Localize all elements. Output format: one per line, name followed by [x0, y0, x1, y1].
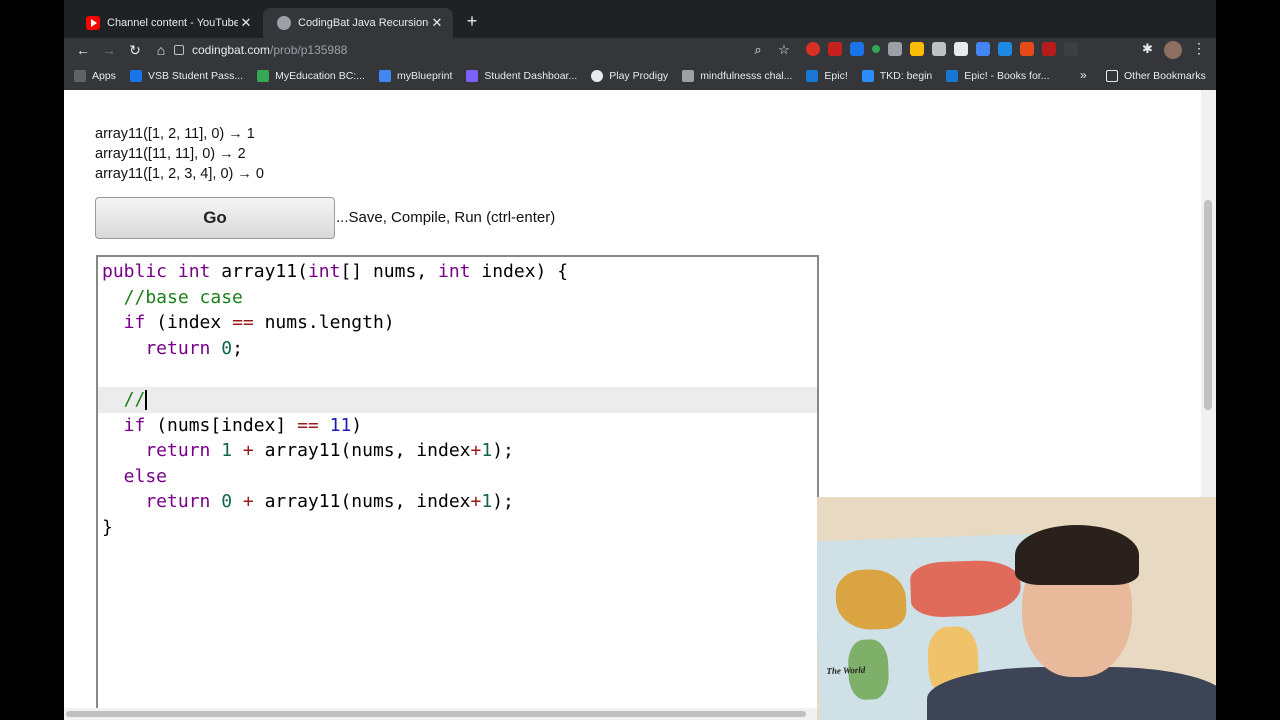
- bookmark-vsb[interactable]: VSB Student Pass...: [129, 70, 244, 82]
- url-path: /prob/p135988: [270, 43, 348, 57]
- lock-icon: [174, 45, 184, 55]
- code-line: return 0 + array11(nums, index+1);: [102, 491, 514, 513]
- zoom-app-icon: [861, 70, 874, 82]
- code-line: //base case: [102, 286, 243, 308]
- bookmark-label: Epic!: [824, 70, 848, 82]
- address-bar[interactable]: codingbat.com /prob/p135988: [168, 39, 748, 61]
- reload-icon[interactable]: ↻: [122, 38, 148, 62]
- tab-codingbat[interactable]: CodingBat Java Recursion-1 array11 ✕: [263, 8, 453, 38]
- bookmark-icon: [466, 70, 479, 82]
- code-line: return 1 + array11(nums, index+1);: [102, 440, 514, 462]
- extension-icon[interactable]: [976, 42, 990, 56]
- bookmark-myeducation[interactable]: MyEducation BC:...: [257, 70, 365, 82]
- bookmark-icon: [257, 70, 270, 82]
- bookmark-prodigy[interactable]: Play Prodigy: [591, 70, 668, 82]
- bookmark-label: MyEducation BC:...: [275, 70, 365, 82]
- bookmark-label: Play Prodigy: [609, 70, 669, 82]
- extension-icon[interactable]: [1020, 42, 1034, 56]
- tab-title: Channel content - YouTube Studio: [107, 17, 238, 29]
- bookmark-student-dashboard[interactable]: Student Dashboar...: [466, 70, 577, 82]
- new-tab-button[interactable]: +: [460, 10, 484, 34]
- example-line: array11([11, 11], 0) → 2: [95, 146, 246, 162]
- bookmark-icon: [682, 70, 695, 82]
- close-icon[interactable]: ✕: [238, 15, 254, 31]
- url-domain: codingbat.com: [192, 43, 271, 57]
- extension-icon[interactable]: [806, 42, 820, 56]
- go-button[interactable]: Go: [95, 197, 335, 239]
- bookmark-icon: [946, 70, 959, 82]
- horizontal-scrollbar[interactable]: [64, 708, 824, 720]
- bookmark-tkd[interactable]: TKD: begin: [861, 70, 933, 82]
- scrollbar-thumb[interactable]: [66, 711, 806, 717]
- bookmark-epic-books[interactable]: Epic! - Books for...: [946, 70, 1049, 82]
- bookmark-mindfulness[interactable]: mindfulnesss chal...: [682, 70, 792, 82]
- presenter-hair: [1015, 525, 1139, 585]
- more-bookmarks-icon[interactable]: »: [1080, 68, 1087, 82]
- code-line: return 0;: [102, 337, 243, 359]
- extension-icon[interactable]: [828, 42, 842, 56]
- bookmark-star-icon[interactable]: ☆: [774, 42, 794, 58]
- extension-icon[interactable]: [1064, 42, 1078, 56]
- extensions-row: [806, 42, 1078, 56]
- tab-strip: Channel content - YouTube Studio ✕ Codin…: [64, 0, 1216, 38]
- extension-icon[interactable]: [1042, 42, 1056, 56]
- bookmark-label: Other Bookmarks: [1124, 70, 1206, 82]
- drive-icon[interactable]: [910, 42, 924, 56]
- examples-list: array11([1, 2, 11], 0) → 1 array11([11, …: [95, 124, 264, 184]
- menu-icon[interactable]: ⋮: [1192, 40, 1206, 57]
- extension-icon[interactable]: [998, 42, 1012, 56]
- back-icon[interactable]: ←: [70, 38, 96, 62]
- bookmark-label: Epic! - Books for...: [964, 70, 1050, 82]
- youtube-icon: [86, 16, 100, 30]
- extension-icon[interactable]: [888, 42, 902, 56]
- code-editor[interactable]: public int array11(int[] nums, int index…: [96, 255, 819, 715]
- bookmark-label: myBlueprint: [396, 70, 453, 82]
- bookmark-label: mindfulnesss chal...: [700, 70, 793, 82]
- close-icon[interactable]: ✕: [429, 15, 445, 31]
- bookmark-icon: [378, 70, 391, 82]
- map-label: The World: [826, 664, 866, 677]
- zoom-icon[interactable]: ⌕: [748, 42, 768, 58]
- other-bookmarks[interactable]: Other Bookmarks: [1106, 62, 1206, 90]
- bookmark-myblueprint[interactable]: myBlueprint: [378, 70, 453, 82]
- go-hint: ...Save, Compile, Run (ctrl-enter): [336, 209, 556, 226]
- folder-icon: [1106, 70, 1118, 82]
- globe-icon: [277, 16, 291, 30]
- avatar[interactable]: [1164, 41, 1182, 59]
- bookmark-label: VSB Student Pass...: [147, 70, 244, 82]
- extension-icon[interactable]: [850, 42, 864, 56]
- browser-toolbar: ← → ↻ ⌂ codingbat.com /prob/p135988 ⌕ ☆: [64, 38, 1216, 62]
- text-cursor: [145, 390, 148, 410]
- forward-icon[interactable]: →: [96, 38, 122, 62]
- example-line: array11([1, 2, 3, 4], 0) → 0: [95, 166, 264, 182]
- code-line: if (index == nums.length): [102, 312, 395, 334]
- code-line: }: [102, 517, 113, 538]
- omnibox-actions: ⌕ ☆: [748, 38, 794, 62]
- code-line-active: //: [98, 387, 817, 413]
- bookmark-icon: [129, 70, 142, 82]
- extension-icon[interactable]: [872, 45, 880, 53]
- bookmark-label: TKD: begin: [879, 70, 933, 82]
- bookmark-apps[interactable]: Apps: [74, 70, 116, 82]
- code-line: if (nums[index] == 11): [102, 414, 363, 436]
- tab-title: CodingBat Java Recursion-1 array11: [298, 17, 429, 29]
- bookmarks-bar: Apps VSB Student Pass... MyEducation BC:…: [64, 62, 1216, 90]
- example-line: array11([1, 2, 11], 0) → 1: [95, 126, 255, 142]
- bookmark-epic[interactable]: Epic!: [806, 70, 848, 82]
- code-line: else: [102, 465, 168, 487]
- puzzle-icon[interactable]: ✱: [1142, 41, 1153, 57]
- extension-icon[interactable]: [932, 42, 946, 56]
- bookmark-label: Apps: [92, 70, 116, 82]
- apps-icon: [74, 70, 86, 82]
- scrollbar-thumb[interactable]: [1204, 200, 1212, 410]
- bookmark-icon: [806, 70, 819, 82]
- code-line: public int array11(int[] nums, int index…: [102, 261, 569, 282]
- bookmark-icon: [591, 70, 604, 82]
- tab-youtube-studio[interactable]: Channel content - YouTube Studio ✕: [72, 8, 262, 38]
- bookmark-label: Student Dashboar...: [484, 70, 578, 82]
- webcam-overlay: The World: [817, 497, 1216, 720]
- extension-icon[interactable]: [954, 42, 968, 56]
